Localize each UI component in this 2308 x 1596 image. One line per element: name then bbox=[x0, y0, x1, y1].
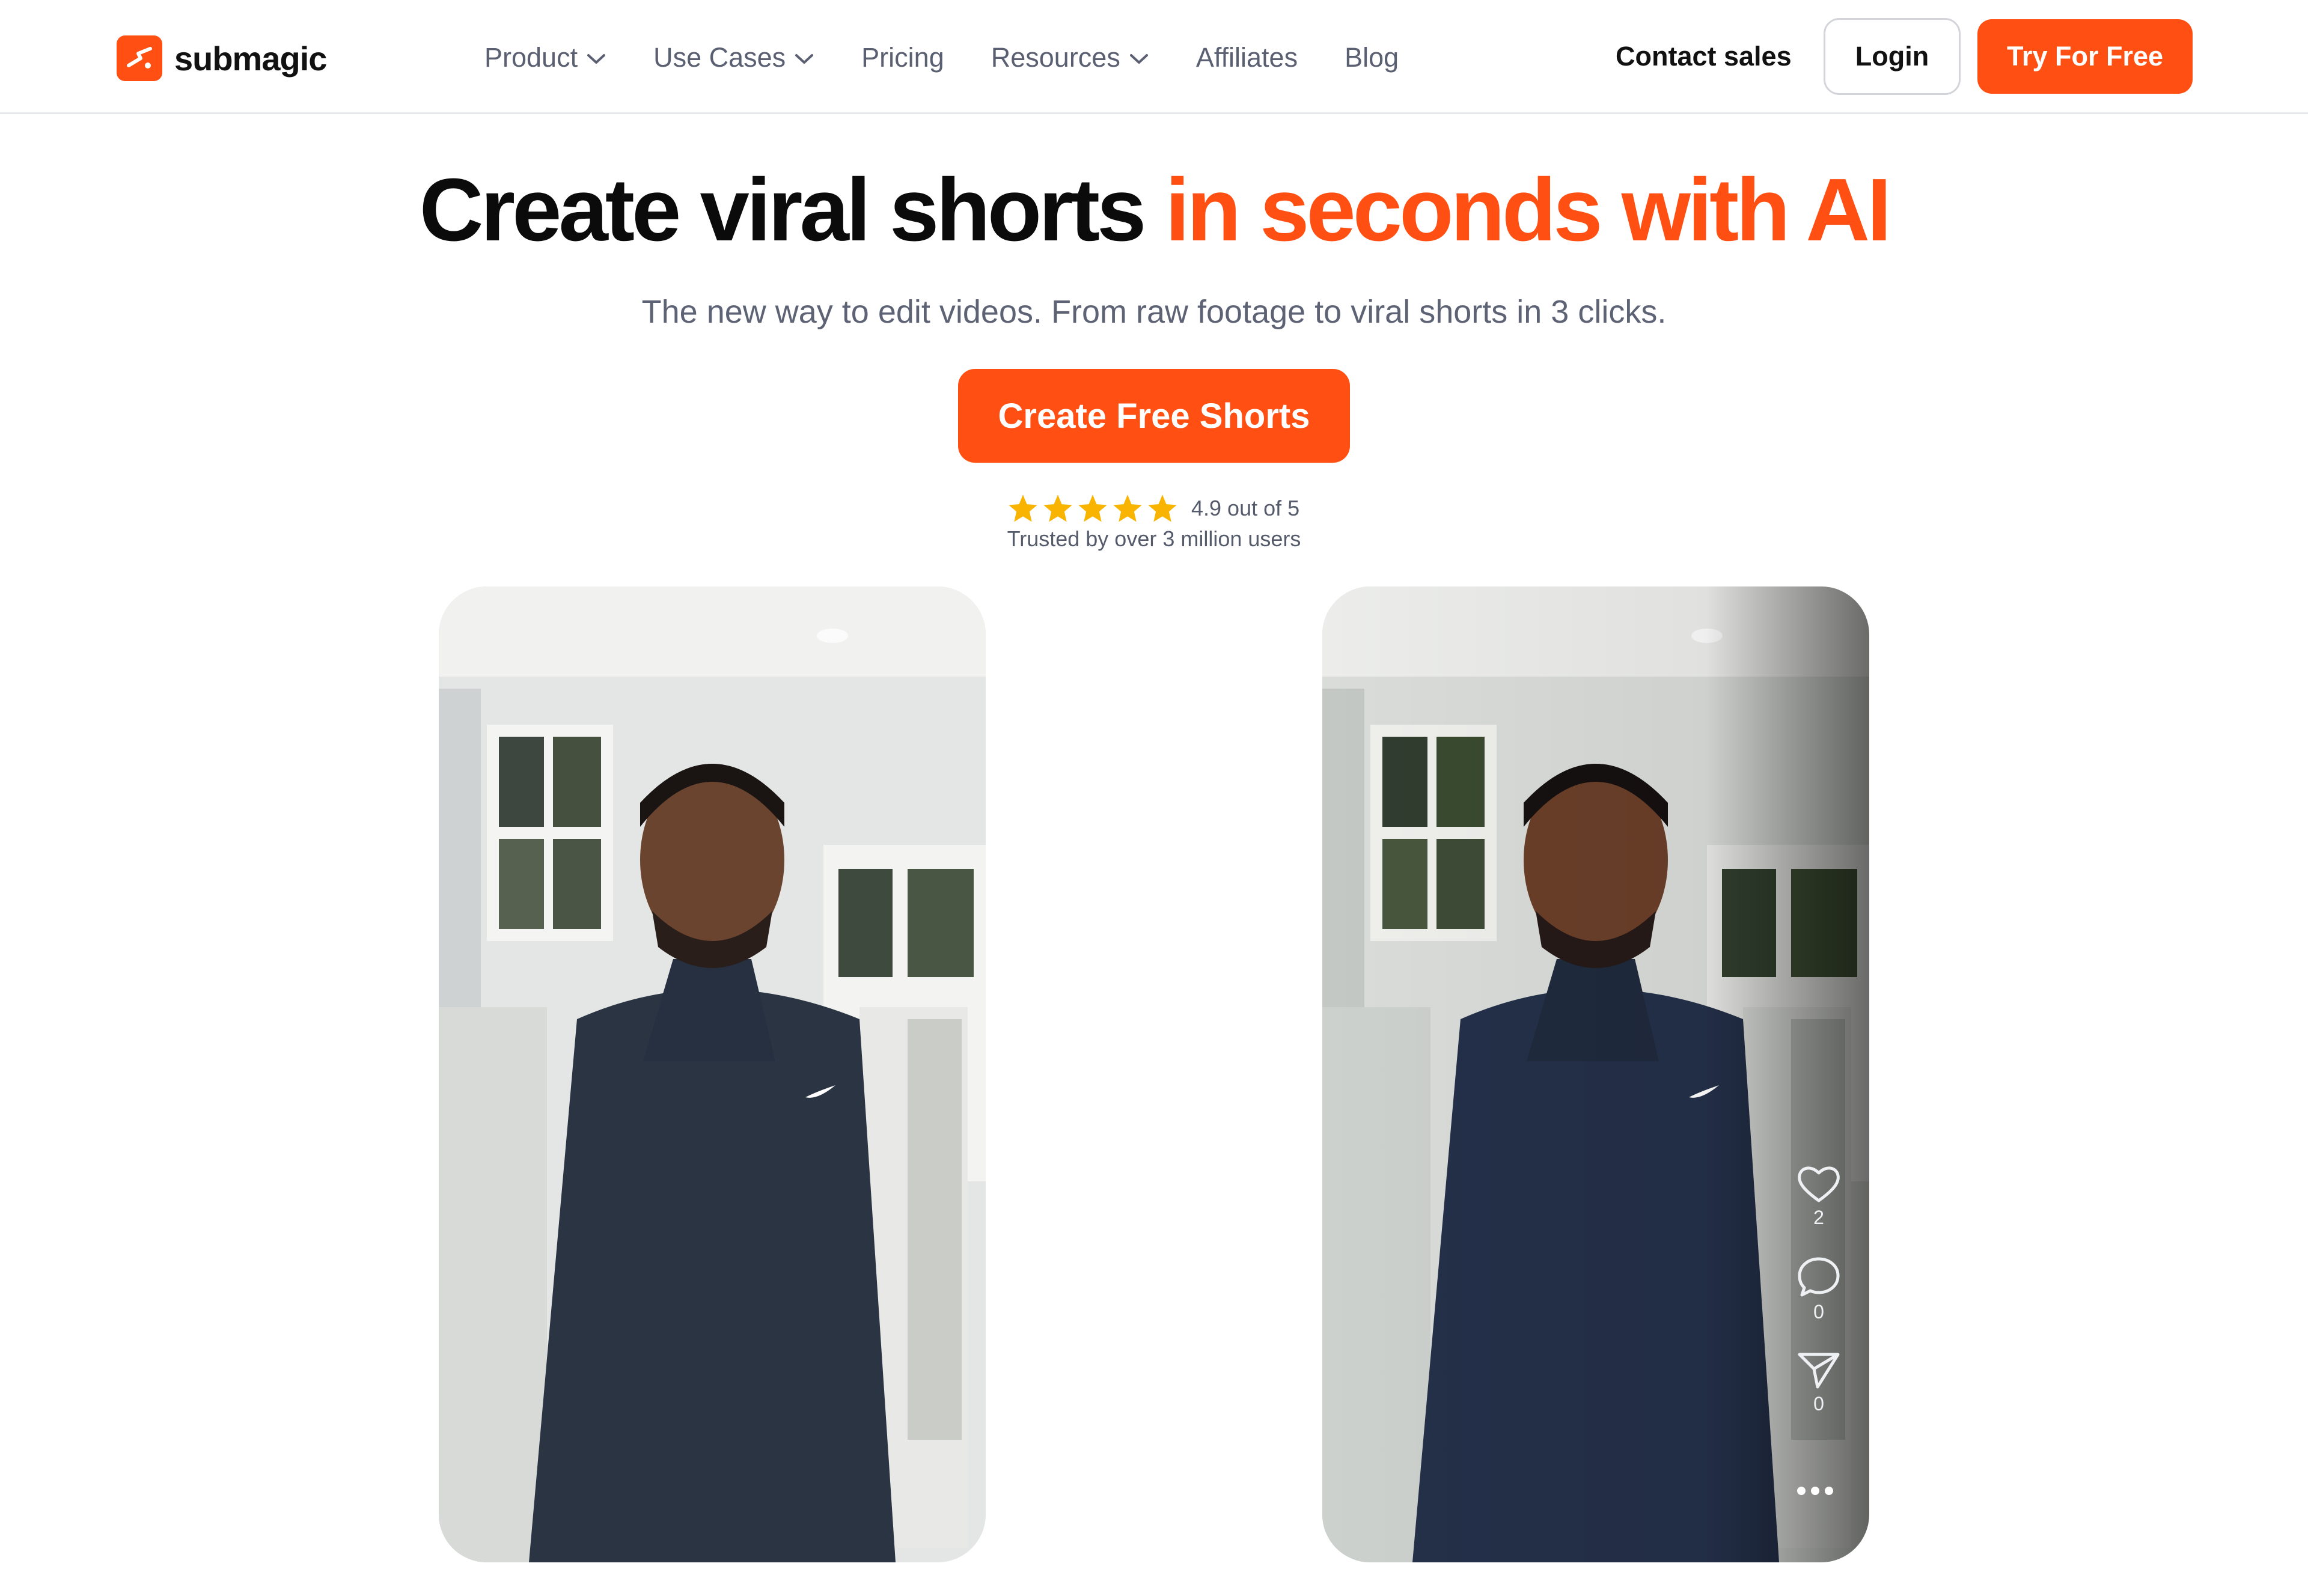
heart-icon bbox=[1798, 1166, 1840, 1202]
star-icon bbox=[1043, 495, 1072, 522]
star-icon bbox=[1113, 495, 1142, 522]
nav-label: Pricing bbox=[861, 42, 944, 73]
like-action[interactable]: 2 bbox=[1796, 1163, 1842, 1229]
video-frame-image bbox=[439, 586, 986, 1562]
star-icon bbox=[1009, 495, 1037, 522]
hero-title: Create viral shorts in seconds with AI bbox=[0, 162, 2308, 258]
contact-sales-link[interactable]: Contact sales bbox=[1616, 37, 1792, 76]
comment-count: 0 bbox=[1813, 1301, 1824, 1323]
star-icon bbox=[1148, 495, 1177, 522]
create-free-shorts-button[interactable]: Create Free Shorts bbox=[958, 369, 1350, 463]
try-for-free-button[interactable]: Try For Free bbox=[1977, 19, 2193, 94]
nav-label: Resources bbox=[991, 42, 1120, 73]
raw-video-preview[interactable] bbox=[439, 586, 986, 1562]
hero-title-main: Create viral shorts bbox=[419, 160, 1147, 260]
send-icon bbox=[1798, 1353, 1840, 1389]
rating-score: 4.9 out of 5 bbox=[1191, 496, 1300, 520]
logo-text: submagic bbox=[174, 39, 327, 78]
chevron-down-icon bbox=[587, 54, 606, 64]
rating-stars bbox=[1007, 493, 1178, 523]
chevron-down-icon bbox=[795, 54, 814, 64]
share-action[interactable]: 0 bbox=[1796, 1350, 1842, 1415]
comment-bubble-icon bbox=[1798, 1257, 1840, 1297]
nav-item-blog[interactable]: Blog bbox=[1345, 42, 1399, 73]
share-count: 0 bbox=[1813, 1393, 1824, 1415]
nav-item-product[interactable]: Product bbox=[484, 42, 606, 73]
nav-label: Use Cases bbox=[653, 42, 786, 73]
site-header: submagic Product Use Cases Pricing Resou… bbox=[0, 0, 2308, 114]
star-icon bbox=[1078, 495, 1107, 522]
trusted-by-text: Trusted by over 3 million users bbox=[1007, 526, 1301, 551]
edited-short-preview[interactable]: 2 0 0 bbox=[1322, 586, 1869, 1562]
nav-item-use-cases[interactable]: Use Cases bbox=[653, 42, 814, 73]
comment-action[interactable]: 0 bbox=[1796, 1255, 1842, 1323]
nav-label: Affiliates bbox=[1195, 42, 1298, 73]
chevron-down-icon bbox=[1129, 54, 1148, 64]
rating: 4.9 out of 5 bbox=[1007, 490, 1299, 526]
login-button[interactable]: Login bbox=[1824, 18, 1961, 95]
social-actions: 2 0 0 bbox=[1790, 1163, 1848, 1442]
nav-item-resources[interactable]: Resources bbox=[991, 42, 1149, 73]
nav-item-affiliates[interactable]: Affiliates bbox=[1196, 42, 1298, 73]
submagic-logo[interactable]: submagic bbox=[117, 35, 327, 82]
like-count: 2 bbox=[1813, 1207, 1824, 1228]
hero-title-highlight: in seconds with AI bbox=[1165, 160, 1892, 260]
nav-label: Blog bbox=[1345, 42, 1399, 73]
nav-item-pricing[interactable]: Pricing bbox=[861, 42, 944, 73]
logo-mark-icon bbox=[117, 35, 162, 81]
main-nav: Product Use Cases Pricing Resources Affi… bbox=[484, 36, 1446, 79]
more-options-icon[interactable] bbox=[1797, 1487, 1833, 1495]
nav-label: Product bbox=[484, 42, 578, 73]
video-frame-image bbox=[1322, 586, 1869, 1562]
hero-subtitle: The new way to edit videos. From raw foo… bbox=[641, 294, 1667, 330]
